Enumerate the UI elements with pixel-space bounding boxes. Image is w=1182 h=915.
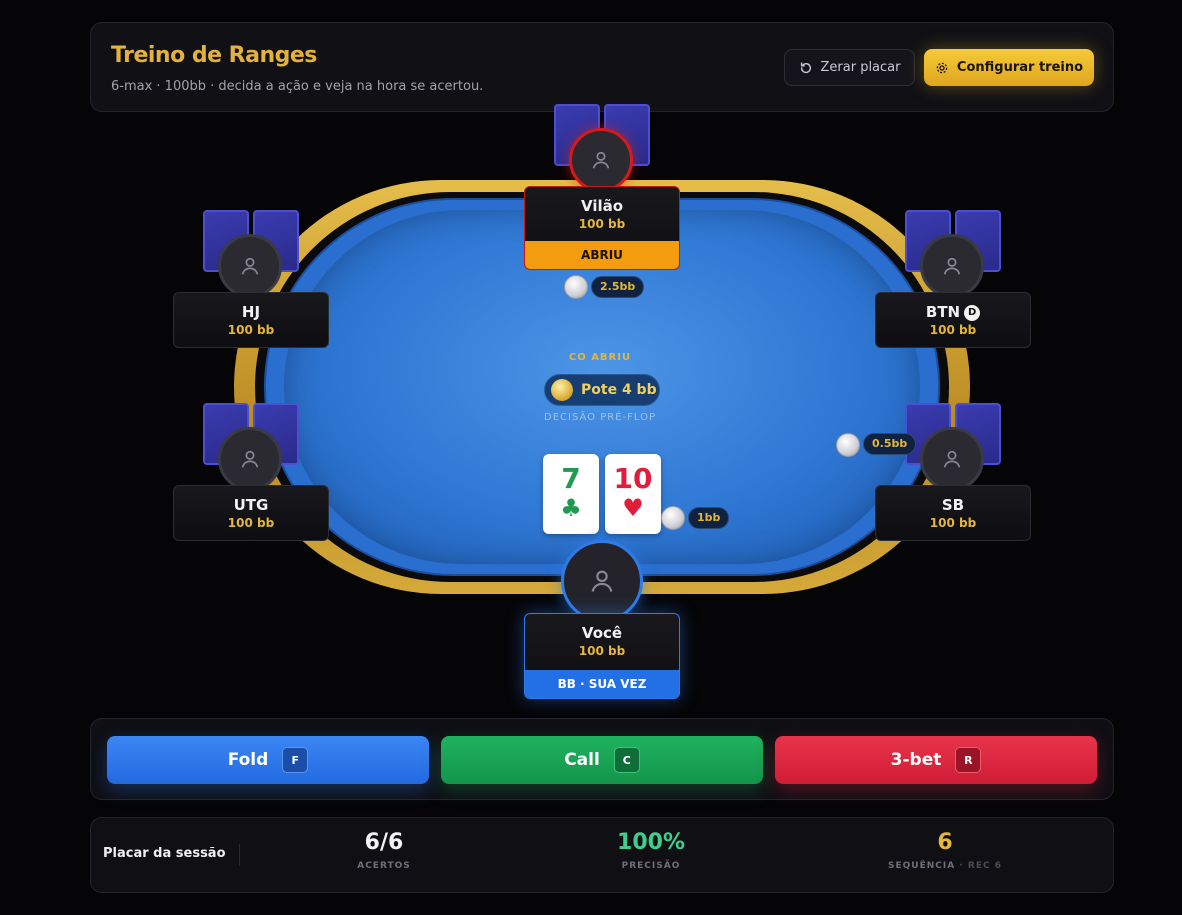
hero-card-2-rank: 10 [613, 462, 653, 495]
hero-card-1: 7 ♣ [543, 454, 599, 534]
sb-name: SB [941, 496, 965, 514]
btn-seat-plate: BTN D 100 bb [875, 292, 1031, 348]
hits-value: 6/6 [364, 830, 404, 855]
streak-record: · REC 6 [959, 861, 1002, 871]
hits-stat: 6/6 ACERTOS [284, 830, 484, 871]
dealer-button-icon: D [964, 305, 981, 321]
hj-stack: 100 bb [227, 323, 275, 337]
hero-bet-amount: 1bb [688, 507, 730, 529]
reset-score-label: Zerar placar [820, 60, 901, 75]
hero-seat-plate: Você 100 bb BB · SUA VEZ [524, 613, 680, 699]
hits-label: ACERTOS [357, 861, 411, 871]
hj-avatar [218, 234, 282, 298]
hero-stack: 100 bb [578, 644, 626, 658]
page-title: Treino de Ranges [111, 43, 317, 68]
utg-seat-plate: UTG 100 bb [173, 485, 329, 541]
utg-stack: 100 bb [227, 516, 275, 530]
three-bet-button[interactable]: 3-bet R [775, 736, 1097, 784]
hero-turn-tag: BB · SUA VEZ [525, 670, 679, 698]
user-icon [241, 450, 259, 468]
villain-stack: 100 bb [578, 217, 626, 231]
hero-avatar [561, 540, 643, 622]
btn-stack: 100 bb [929, 323, 977, 337]
btn-name: BTN [925, 303, 961, 321]
heart-suit-icon: ♥ [622, 494, 644, 522]
accuracy-stat: 100% PRECISÃO [551, 830, 751, 871]
score-panel-label: Placar da sessão [103, 846, 226, 861]
hero-name: Você [581, 624, 623, 642]
hero-card-2: 10 ♥ [605, 454, 661, 534]
user-icon [592, 151, 610, 169]
action-bar: Fold F Call C 3-bet R [90, 718, 1114, 800]
accuracy-label: PRECISÃO [621, 861, 681, 871]
configure-training-button[interactable]: Configurar treino [924, 49, 1094, 86]
header-panel: Treino de Ranges 6-max · 100bb · decida … [90, 22, 1114, 112]
villain-avatar [569, 128, 633, 192]
club-suit-icon: ♣ [560, 494, 582, 522]
streak-label: SEQUÊNCIA [888, 861, 956, 871]
phase-label: DECISÃO PRÉ-FLOP [544, 412, 656, 423]
user-icon [241, 257, 259, 275]
accuracy-value: 100% [617, 830, 685, 855]
villain-name: Vilão [580, 197, 624, 215]
score-divider [239, 844, 240, 866]
hero-bet-chip [661, 506, 685, 530]
user-icon [943, 257, 961, 275]
streak-value: 6 [937, 830, 953, 855]
situation-label: CO ABRIU [568, 352, 632, 363]
pot-label: Pote 4 bb [581, 382, 657, 398]
villain-bet-chip [564, 275, 588, 299]
session-score-panel: Placar da sessão 6/6 ACERTOS 100% PRECIS… [90, 817, 1114, 893]
three-bet-label: 3-bet [890, 750, 942, 770]
sb-stack: 100 bb [929, 516, 977, 530]
hj-seat-plate: HJ 100 bb [173, 292, 329, 348]
reset-score-button[interactable]: Zerar placar [784, 49, 915, 86]
user-icon [943, 450, 961, 468]
user-icon [591, 570, 613, 592]
call-button[interactable]: Call C [441, 736, 763, 784]
gear-icon [936, 62, 948, 73]
configure-training-label: Configurar treino [956, 60, 1084, 75]
pot-chip-icon [551, 379, 573, 401]
sb-bet-amount: 0.5bb [863, 433, 917, 455]
reset-icon [800, 61, 811, 73]
streak-stat: 6 SEQUÊNCIA · REC 6 [845, 830, 1045, 871]
streak-label-row: SEQUÊNCIA · REC 6 [845, 861, 1045, 871]
btn-name-row: BTN D [876, 303, 1030, 321]
page-subtitle: 6-max · 100bb · decida a ação e veja na … [111, 79, 484, 94]
sb-bet-chip [836, 433, 860, 457]
utg-name: UTG [233, 496, 269, 514]
btn-avatar [920, 234, 984, 298]
call-label: Call [564, 750, 600, 770]
sb-seat-plate: SB 100 bb [875, 485, 1031, 541]
call-shortcut-key: C [613, 747, 640, 773]
hj-name: HJ [241, 303, 261, 321]
villain-seat-plate: Vilão 100 bb ABRIU [524, 186, 680, 270]
utg-avatar [218, 427, 282, 491]
villain-bet-amount: 2.5bb [591, 276, 645, 298]
fold-shortcut-key: F [282, 747, 309, 773]
hero-card-1-rank: 7 [561, 462, 581, 495]
pot-display: Pote 4 bb [544, 374, 660, 406]
sb-avatar [920, 427, 984, 491]
fold-label: Fold [227, 750, 269, 770]
fold-button[interactable]: Fold F [107, 736, 429, 784]
villain-action-tag: ABRIU [525, 241, 679, 269]
three-bet-shortcut-key: R [955, 747, 982, 773]
